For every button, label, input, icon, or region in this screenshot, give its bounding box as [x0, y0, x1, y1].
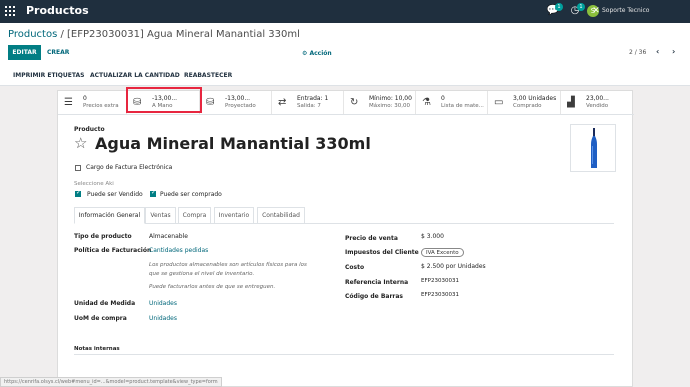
tab-compra[interactable]: Compra: [178, 207, 211, 224]
smart-button-extra-prices[interactable]: ☰ 0 Precios extra: [58, 91, 127, 114]
uom-po-value[interactable]: Unidades: [149, 315, 177, 322]
action-menu[interactable]: ⚙ Acción: [302, 50, 332, 57]
smart-label: Lista de mate...: [441, 103, 484, 109]
debug-tools-icon[interactable]: ✕: [589, 4, 603, 18]
smart-value: 0: [441, 95, 445, 102]
chat-badge: 1: [555, 3, 563, 11]
sale-price-value: $ 3.000: [421, 233, 444, 240]
breadcrumb-separator: /: [57, 29, 68, 40]
cubes-icon: ⛁: [206, 97, 215, 108]
create-button[interactable]: CREAR: [47, 49, 69, 56]
exchange-icon: ⇄: [278, 97, 287, 108]
smart-value: -13,00...: [225, 95, 251, 102]
seleccione-label: Seleccione Aki: [74, 181, 114, 187]
sale-price-label: Precio de venta: [345, 235, 398, 242]
barcode-value: EFP23030031: [421, 292, 459, 298]
can-be-sold-label: Puede ser Vendido: [87, 191, 143, 198]
internal-notes-divider: [74, 354, 614, 355]
cost-value: $ 2.500 por Unidades: [421, 263, 486, 270]
tab-ventas[interactable]: Ventas: [145, 207, 176, 224]
can-be-purchased-label: Puede ser comprado: [160, 191, 222, 198]
cargo-factura-checkbox[interactable]: [75, 165, 81, 171]
uom-po-label: UoM de compra: [74, 315, 127, 322]
smart-label: Salida: 7: [297, 103, 321, 109]
smart-button-forecasted[interactable]: ⛁ -13,00... Proyectado: [200, 91, 272, 114]
form-action-bar: IMPRIMIR ETIQUETAS ACTUALIZAR LA CANTIDA…: [0, 67, 690, 86]
apps-menu-icon[interactable]: [5, 6, 15, 16]
status-url: https://cenrifa.olsys.cl/web#menu_id=...…: [0, 377, 222, 387]
highlight-box: [126, 87, 202, 113]
breadcrumb-current: [EFP23030031] Agua Mineral Manantial 330…: [67, 29, 300, 40]
pager-prev-button[interactable]: ‹: [656, 47, 659, 56]
smart-value: 0: [83, 95, 87, 102]
smart-button-purchased[interactable]: ▭ 3,00 Unidades Comprado: [488, 91, 561, 114]
smart-button-sold[interactable]: ▟ 23,00... Vendido: [561, 91, 634, 114]
cargo-factura-label: Cargo de Factura Electrónica: [86, 164, 173, 171]
cost-label: Costo: [345, 264, 365, 271]
smart-label: Precios extra: [83, 103, 119, 109]
app-name[interactable]: Productos: [26, 4, 89, 17]
barcode-label: Código de Barras: [345, 293, 403, 300]
product-image[interactable]: [570, 124, 616, 172]
tab-contabilidad[interactable]: Contabilidad: [257, 207, 305, 224]
tab-informacion-general[interactable]: Información General: [74, 207, 145, 224]
smart-value: 23,00...: [586, 95, 609, 102]
smart-value: Entrada: 1: [297, 95, 329, 102]
bottle-image: [591, 128, 597, 168]
iva-tax-tag: IVA Excento: [421, 248, 464, 257]
internal-notes-label: Notas internas: [74, 346, 120, 352]
replenish-button[interactable]: REABASTECER: [184, 72, 232, 79]
flask-icon: ⚗: [422, 97, 431, 108]
activity-badge: 1: [577, 3, 585, 11]
smart-label: Máximo: 30,00: [369, 103, 410, 109]
favorite-star-icon[interactable]: ☆: [74, 134, 87, 152]
internal-reference-label: Referencia Interna: [345, 279, 409, 286]
help-text-2: que se gestiona el nivel de inventario.: [149, 271, 255, 277]
breadcrumb-productos[interactable]: Productos: [8, 29, 57, 40]
pager-value[interactable]: 2 / 36: [629, 49, 646, 56]
action-label: Acción: [309, 50, 332, 57]
credit-card-icon: ▭: [494, 97, 504, 108]
invoice-policy-label: Política de Facturación: [74, 247, 152, 254]
smart-button-in-out[interactable]: ⇄ Entrada: 1 Salida: 7: [272, 91, 344, 114]
smart-label: Proyectado: [225, 103, 256, 109]
uom-value[interactable]: Unidades: [149, 300, 177, 307]
print-labels-button[interactable]: IMPRIMIR ETIQUETAS: [13, 72, 84, 79]
smart-button-bom[interactable]: ⚗ 0 Lista de mate...: [416, 91, 488, 114]
product-type-label: Tipo de producto: [74, 233, 132, 240]
help-text-1: Los productos almacenables son artículos…: [149, 262, 307, 268]
refresh-icon: ↻: [350, 97, 359, 108]
uom-label: Unidad de Medida: [74, 300, 136, 307]
product-label: Producto: [74, 126, 105, 133]
smart-label: Comprado: [513, 103, 542, 109]
bar-chart-icon: ▟: [567, 97, 575, 108]
update-quantity-button[interactable]: ACTUALIZAR LA CANTIDAD: [90, 72, 180, 79]
edit-button[interactable]: EDITAR: [8, 45, 41, 60]
breadcrumb: Productos / [EFP23030031] Agua Mineral M…: [8, 29, 300, 40]
smart-value: 3,00 Unidades: [513, 95, 557, 102]
customer-taxes-label: Impuestos del Cliente: [345, 249, 419, 256]
top-navbar: Productos 💬 1 ◷ 1 S Soporte Tecnico: [0, 0, 690, 23]
gear-icon: ⚙: [302, 50, 308, 57]
can-be-purchased-checkbox[interactable]: [150, 189, 156, 197]
tab-inventario[interactable]: Inventario: [214, 207, 254, 224]
smart-label: Vendido: [586, 103, 609, 109]
product-name: Agua Mineral Manantial 330ml: [95, 134, 371, 153]
list-icon: ☰: [64, 97, 73, 108]
can-be-sold-checkbox[interactable]: [75, 189, 81, 197]
pager-next-button[interactable]: ›: [672, 47, 675, 56]
help-text-3: Puede facturarlos antes de que se entreg…: [149, 284, 276, 290]
product-type-value: Almacenable: [149, 233, 188, 240]
user-name[interactable]: Soporte Tecnico: [602, 7, 649, 14]
smart-button-min-max[interactable]: ↻ Mínimo: 10,00 Máximo: 30,00: [344, 91, 416, 114]
invoice-policy-value: Cantidades pedidas: [149, 247, 209, 254]
smart-value: Mínimo: 10,00: [369, 95, 412, 102]
internal-reference-value: EFP23030031: [421, 278, 459, 284]
